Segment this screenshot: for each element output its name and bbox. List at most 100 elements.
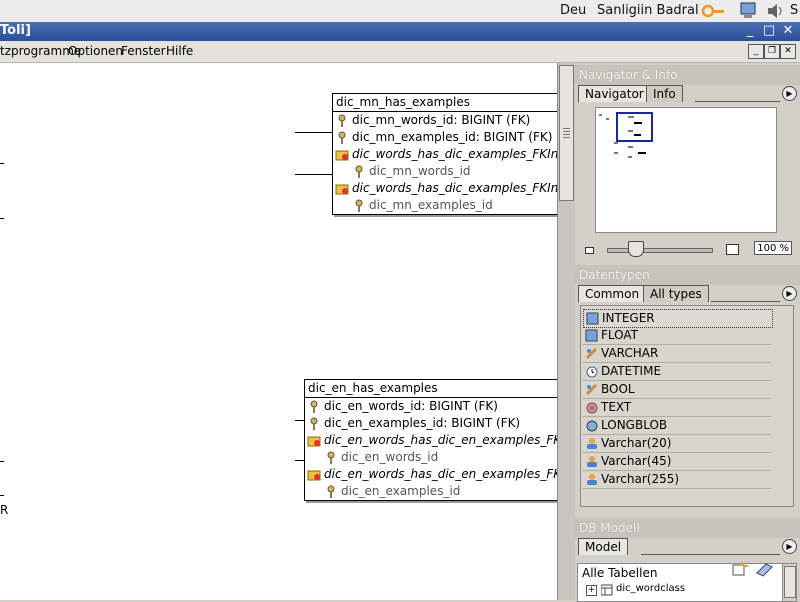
clock-type-icon [585, 365, 599, 378]
tab-divider [711, 301, 780, 302]
datatype-item-varchar-20[interactable]: Varchar(20) [583, 435, 771, 453]
key-icon [336, 114, 348, 127]
key-icon [325, 451, 337, 464]
relation-line[interactable] [295, 132, 333, 133]
numeric-type-icon [585, 329, 599, 342]
eraser-icon[interactable] [754, 561, 774, 577]
datatype-item-integer[interactable]: INTEGER [583, 309, 773, 328]
datatype-item-varchar[interactable]: VARCHAR [583, 345, 771, 363]
relation-line[interactable] [0, 495, 4, 496]
index-column-text: dic_mn_examples_id [369, 198, 493, 212]
db-model-tree[interactable]: Alle Tabellen + dic_wordclass [577, 561, 797, 602]
keyboard-layout-indicator[interactable]: Deu [560, 3, 586, 18]
mdi-restore-button[interactable]: ❐ [764, 44, 780, 59]
tab-common[interactable]: Common [578, 285, 647, 302]
relation-line[interactable] [0, 461, 4, 462]
index-column-row[interactable]: dic_en_words_id [305, 449, 557, 466]
navigator-overview[interactable] [595, 107, 777, 233]
power-key-icon[interactable] [701, 2, 725, 19]
datatype-label: TEXT [601, 400, 632, 414]
new-table-icon[interactable] [730, 561, 748, 577]
relation-line[interactable] [0, 163, 4, 164]
datatype-label: FLOAT [601, 328, 639, 342]
relation-line[interactable] [0, 218, 4, 219]
tab-model[interactable]: Model [578, 538, 629, 555]
system-panel: Deu Sanligiin Badral S [0, 0, 800, 23]
scrollbar-thumb[interactable] [559, 65, 574, 201]
column-text: dic_en_examples_id: BIGINT (FK) [324, 416, 521, 430]
minimize-button[interactable]: _ [742, 23, 758, 39]
table-header[interactable]: dic_en_has_examples [305, 380, 557, 398]
tree-item-dic-wordclass[interactable]: dic_wordclass [616, 583, 685, 594]
db-table-dic-en-has-examples[interactable]: dic_en_has_examples dic_en_words_id: BIG… [304, 379, 557, 501]
navigator-tabbar: Navigator Info ▶ [575, 85, 800, 103]
column-row[interactable]: dic_en_examples_id: BIGINT (FK) [305, 415, 557, 432]
clock[interactable]: S [790, 3, 798, 18]
index-column-row[interactable]: dic_mn_examples_id [333, 197, 557, 214]
zoom-slider-handle[interactable] [628, 241, 644, 257]
navigator-menu-icon[interactable]: ▶ [782, 86, 797, 101]
datatype-label: VARCHAR [601, 346, 659, 360]
datatype-item-varchar-255[interactable]: Varchar(255) [583, 471, 771, 489]
mdi-minimize-button[interactable]: _ [748, 44, 764, 59]
table-header[interactable]: dic_mn_has_examples [333, 94, 557, 112]
column-row[interactable]: dic_en_words_id: BIGINT (FK) [305, 398, 557, 415]
index-row[interactable]: dic_en_words_has_dic_en_examples_FKIndex… [305, 432, 557, 449]
numeric-type-icon [586, 312, 600, 325]
db-model-panel-header[interactable]: DB Modell [575, 518, 800, 538]
index-row[interactable]: dic_words_has_dic_examples_FKIndex2 [333, 180, 557, 197]
index-text: dic_words_has_dic_examples_FKIndex2 [352, 181, 557, 195]
user-name[interactable]: Sanligiin Badral [597, 3, 699, 18]
tab-info[interactable]: Info [646, 85, 683, 102]
db-model-menu-icon[interactable]: ▶ [782, 539, 797, 554]
column-row[interactable]: dic_mn_examples_id: BIGINT (FK) [333, 129, 557, 146]
volume-icon[interactable] [766, 2, 786, 20]
index-row[interactable]: dic_words_has_dic_examples_FKIndex1 [333, 146, 557, 163]
relation-line[interactable] [295, 174, 333, 175]
index-folder-icon [307, 468, 322, 481]
datatype-item-bool[interactable]: BOOL [583, 381, 771, 399]
db-table-dic-mn-has-examples[interactable]: dic_mn_has_examples dic_mn_words_id: BIG… [332, 93, 557, 215]
key-icon [353, 165, 365, 178]
datatype-label: INTEGER [602, 311, 655, 325]
close-button[interactable]: ✕ [780, 23, 796, 39]
datatypes-panel-header[interactable]: Datentypen [575, 265, 800, 285]
diagram-canvas[interactable]: R dic_mn_has_examples dic_mn_words_id: B… [0, 63, 557, 600]
zoom-level-field[interactable]: 100 % [754, 241, 792, 255]
tree-expand-icon[interactable]: + [586, 585, 597, 596]
datatype-item-datetime[interactable]: DATETIME [583, 363, 771, 381]
datatypes-menu-icon[interactable]: ▶ [782, 286, 797, 301]
menu-optionen[interactable]: Optionen [68, 44, 123, 58]
canvas-vertical-scrollbar[interactable] [557, 63, 575, 600]
index-column-row[interactable]: dic_en_examples_id [305, 483, 557, 500]
viewport-selection[interactable] [616, 112, 653, 142]
index-row[interactable]: dic_en_words_has_dic_en_examples_FKIndex… [305, 466, 557, 483]
menu-hilfe[interactable]: Hilfe [166, 44, 193, 58]
index-text: dic_en_words_has_dic_en_examples_FKIndex… [324, 433, 557, 447]
datatype-item-text[interactable]: TEXT [583, 399, 771, 417]
index-column-text: dic_en_examples_id [341, 484, 461, 498]
mdi-close-button[interactable]: ✕ [780, 44, 796, 59]
tab-navigator[interactable]: Navigator [578, 85, 651, 102]
key-icon [325, 485, 337, 498]
datatype-item-varchar-45[interactable]: Varchar(45) [583, 453, 771, 471]
tab-all-types[interactable]: All types [643, 285, 709, 302]
zoom-slider-track[interactable] [607, 248, 713, 253]
datatype-label: DATETIME [601, 364, 662, 378]
key-icon [336, 131, 348, 144]
navigator-panel-header[interactable]: Navigator & Info [575, 65, 800, 85]
column-text: dic_en_words_id: BIGINT (FK) [324, 399, 498, 413]
network-monitor-icon[interactable] [738, 1, 760, 21]
menu-fenster[interactable]: Fenster [121, 44, 166, 58]
datatype-item-longblob[interactable]: LONGBLOB [583, 417, 771, 435]
datatype-item-float[interactable]: FLOAT [583, 327, 771, 345]
column-row[interactable]: dic_mn_words_id: BIGINT (FK) [333, 112, 557, 129]
zoom-out-icon[interactable] [585, 247, 594, 254]
zoom-in-icon[interactable] [726, 244, 739, 255]
index-column-row[interactable]: dic_mn_words_id [333, 163, 557, 180]
maximize-button[interactable]: □ [761, 23, 777, 39]
truncated-table-text: R [0, 503, 9, 517]
scrollbar-thumb[interactable] [784, 566, 796, 598]
db-model-scrollbar[interactable] [782, 564, 796, 601]
window-titlebar[interactable]: Toli] _ □ ✕ [0, 22, 800, 41]
